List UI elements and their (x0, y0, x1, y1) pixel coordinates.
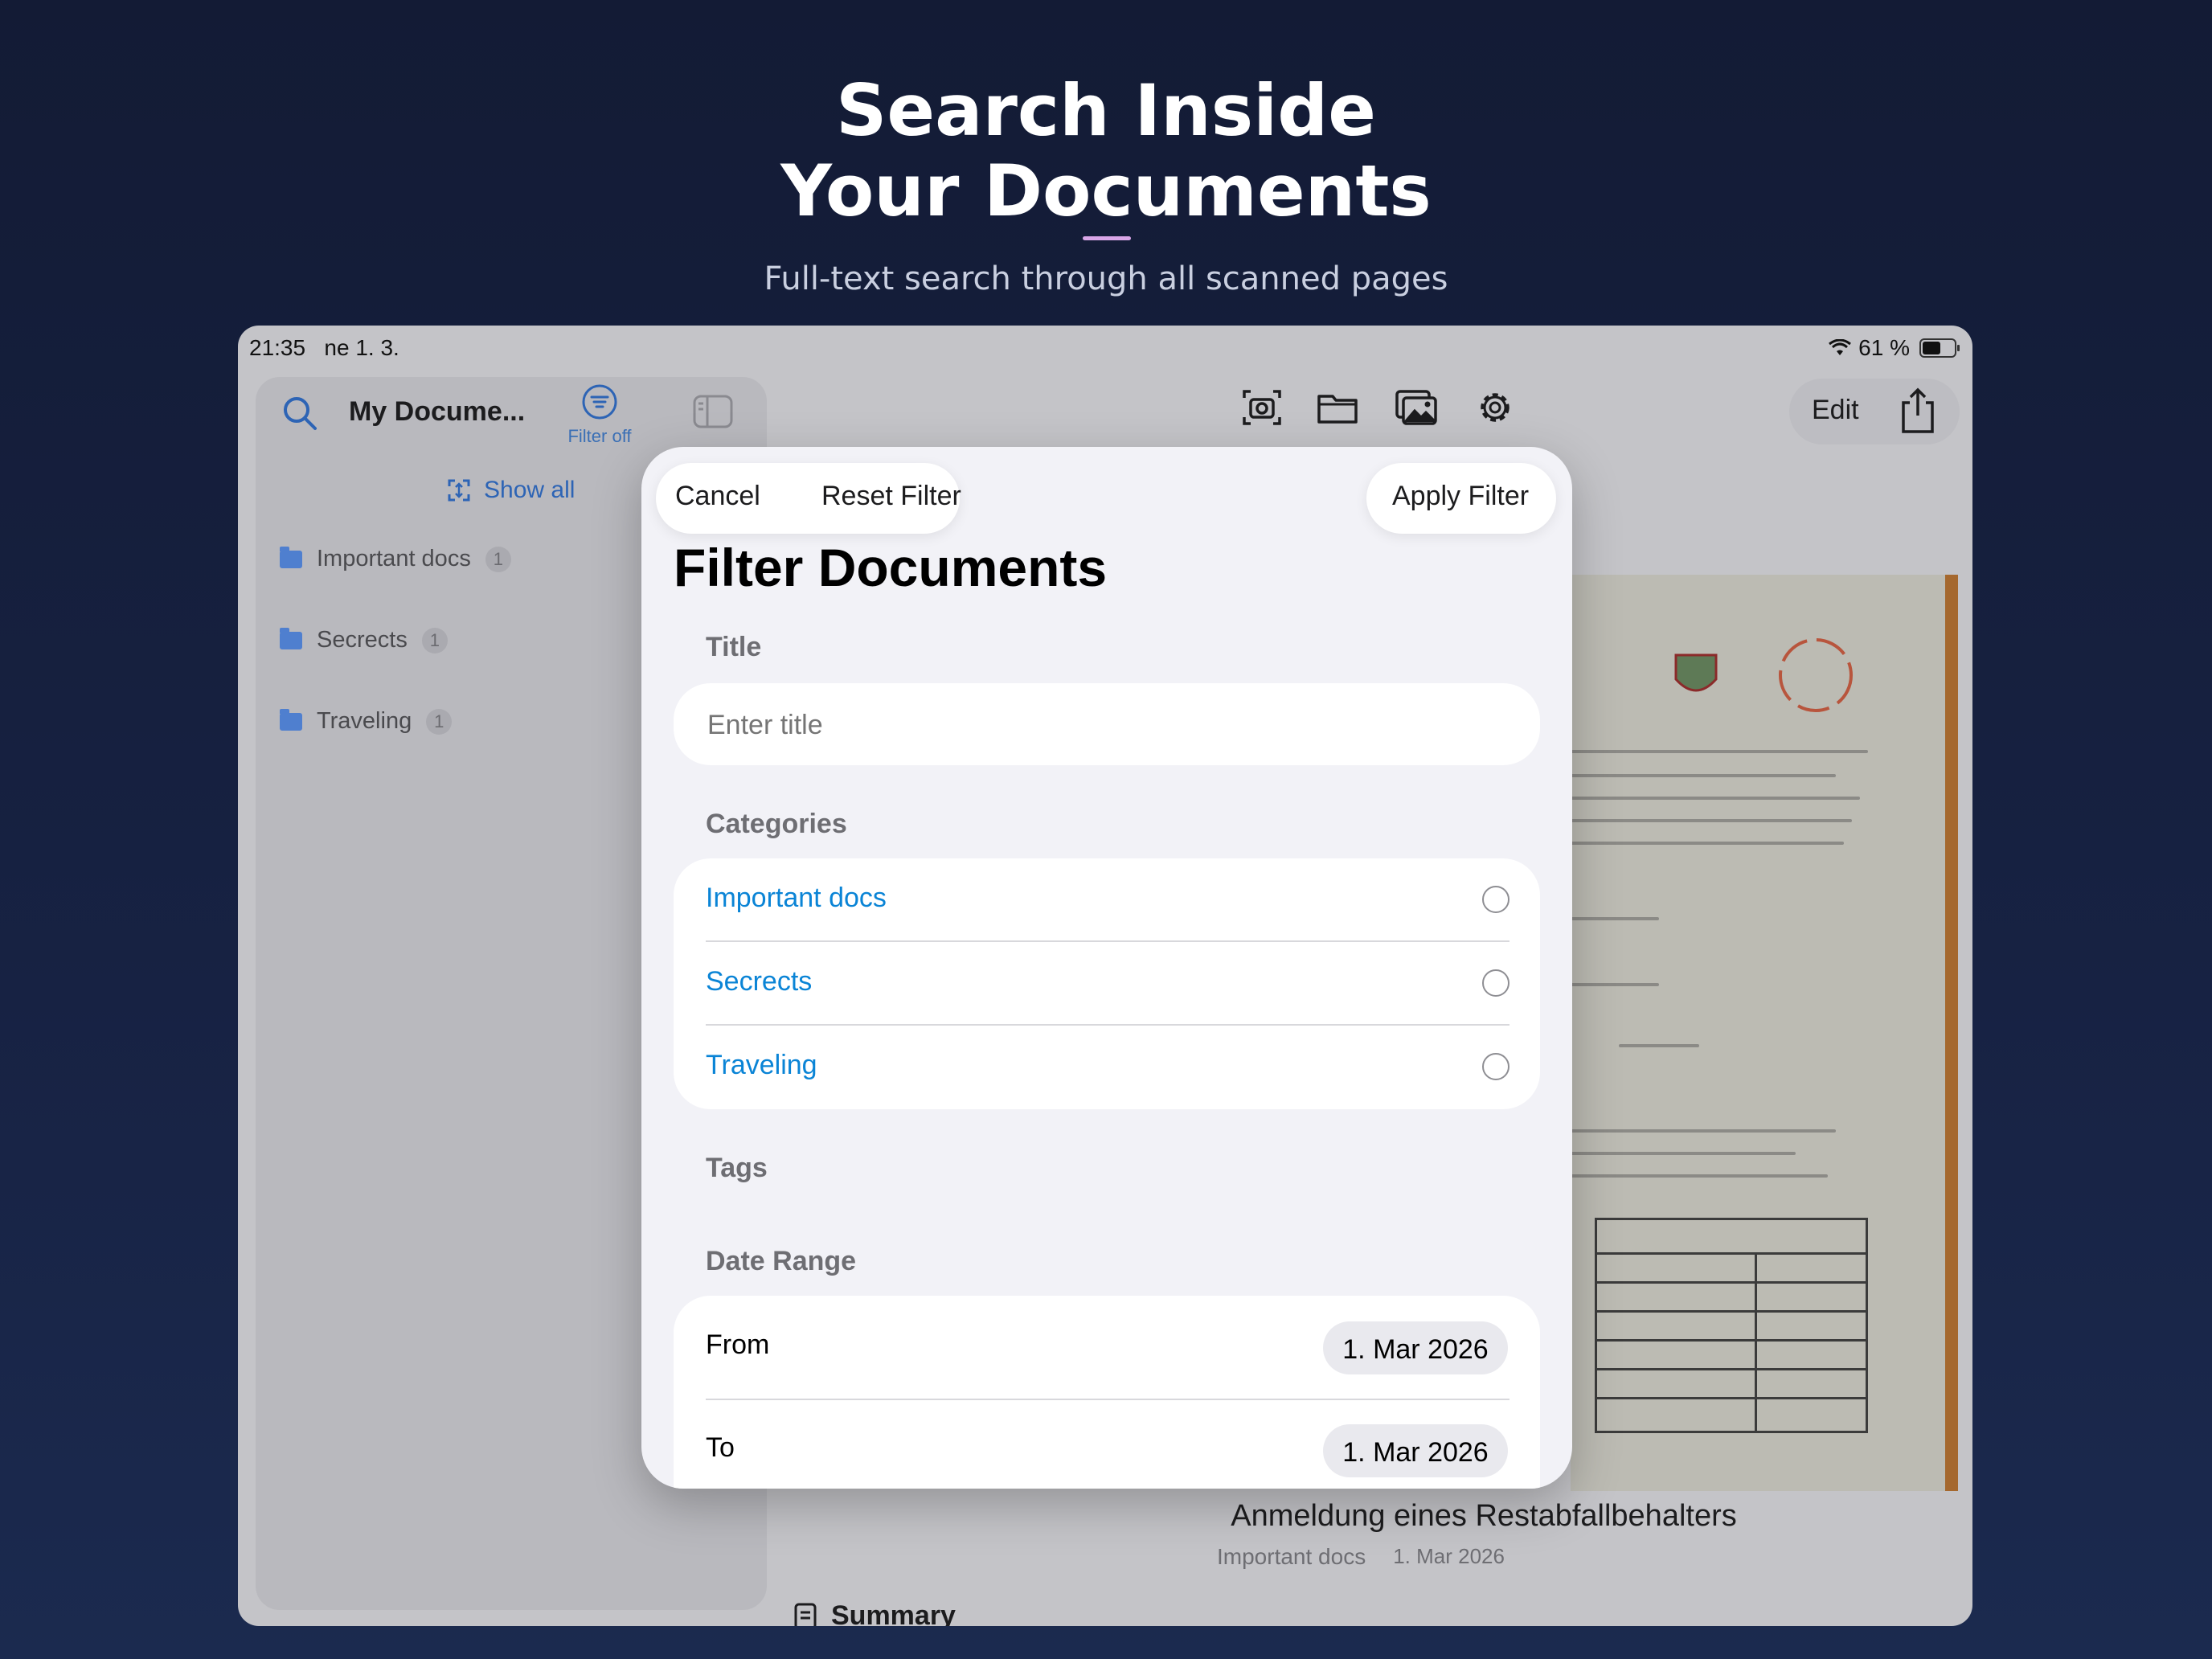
hero-title-line1: Search Inside (836, 69, 1376, 152)
to-date-value: 1. Mar 2026 (1342, 1437, 1489, 1468)
fee-table (1595, 1218, 1868, 1433)
hero-accent-bar (1083, 236, 1131, 240)
document-date: 1. Mar 2026 (1393, 1544, 1505, 1568)
status-indicators: 61 % (1828, 335, 1960, 361)
apply-filter-button[interactable]: Apply Filter (1366, 463, 1556, 534)
share-icon[interactable] (1897, 387, 1939, 435)
sidebar-toggle-icon[interactable] (693, 395, 733, 428)
from-date-picker[interactable]: 1. Mar 2026 (1323, 1321, 1508, 1374)
filter-documents-sheet: Cancel Reset Filter Apply Filter Filter … (641, 447, 1572, 1489)
title-input-card (674, 683, 1540, 767)
to-date-picker[interactable]: 1. Mar 2026 (1323, 1424, 1508, 1477)
sidebar-item-secrects[interactable]: Secrects 1 (280, 627, 448, 653)
category-row-important-docs[interactable]: Important docs (706, 858, 1509, 942)
radio-icon[interactable] (1482, 886, 1509, 913)
folder-label: Traveling (317, 708, 412, 734)
edit-button[interactable]: Edit (1812, 395, 1859, 426)
category-label: Important docs (706, 883, 887, 913)
camera-scan-icon[interactable] (1239, 385, 1284, 430)
search-icon[interactable] (280, 393, 320, 433)
document-text-icon (794, 1603, 817, 1626)
sidebar-item-important-docs[interactable]: Important docs 1 (280, 546, 511, 572)
sidebar-item-traveling[interactable]: Traveling 1 (280, 708, 453, 735)
folder-icon (280, 546, 302, 568)
filter-icon (582, 384, 617, 420)
from-label: From (706, 1329, 770, 1360)
folder-icon (280, 708, 302, 731)
date-range-card: From 1. Mar 2026 To 1. Mar 2026 (674, 1296, 1540, 1489)
folder-label: Important docs (317, 546, 471, 571)
expand-icon (448, 479, 470, 502)
categories-card: Important docs Secrects Traveling (674, 858, 1540, 1109)
folder-count-badge: 1 (421, 627, 448, 653)
show-all-button[interactable]: Show all (445, 477, 575, 504)
from-date-value: 1. Mar 2026 (1342, 1334, 1489, 1365)
tags-section-label: Tags (706, 1153, 768, 1183)
category-row-secrects[interactable]: Secrects (706, 942, 1509, 1026)
show-all-label: Show all (484, 477, 576, 503)
category-label: Secrects (706, 966, 813, 997)
sidebar-title: My Docume... (349, 396, 526, 427)
document-category: Important docs (1217, 1544, 1366, 1569)
edit-share-group: Edit (1789, 379, 1960, 444)
folder-icon[interactable] (1315, 385, 1360, 430)
folder-count-badge: 1 (485, 546, 511, 572)
filter-status-label: Filter off (567, 426, 632, 446)
divider (706, 1399, 1509, 1400)
hero-subtitle: Full-text search through all scanned pag… (764, 260, 1448, 297)
battery-icon (1919, 338, 1960, 358)
categories-section-label: Categories (706, 809, 847, 839)
photo-library-icon[interactable] (1394, 385, 1439, 430)
city-logo-icon (1779, 638, 1853, 712)
date-range-section-label: Date Range (706, 1246, 857, 1276)
status-date: ne 1. 3. (324, 335, 399, 360)
document-title: Anmeldung eines Restabfallbehalters (1231, 1499, 1737, 1533)
category-row-traveling[interactable]: Traveling (706, 1026, 1509, 1109)
status-time: 21:35 ne 1. 3. (249, 335, 399, 361)
gear-icon[interactable] (1473, 385, 1518, 430)
title-section-label: Title (706, 632, 762, 662)
category-label: Traveling (706, 1050, 817, 1080)
title-input[interactable] (706, 683, 1505, 767)
document-preview[interactable] (1571, 575, 1958, 1491)
cancel-reset-group: Cancel Reset Filter (656, 463, 961, 534)
status-clock: 21:35 (249, 335, 306, 360)
hero-title: Search Inside Your Documents (0, 71, 2212, 231)
wifi-icon (1829, 339, 1852, 355)
to-label: To (706, 1432, 735, 1463)
radio-icon[interactable] (1482, 969, 1509, 997)
filter-toggle-button[interactable]: Filter off (561, 383, 638, 447)
sheet-title: Filter Documents (674, 538, 1108, 597)
hero-title-line2: Your Documents (780, 150, 1432, 232)
reset-filter-button[interactable]: Reset Filter (821, 481, 961, 512)
battery-percent: 61 % (1858, 335, 1910, 360)
folder-icon (280, 627, 302, 649)
cancel-button[interactable]: Cancel (675, 481, 760, 512)
folder-label: Secrects (317, 627, 408, 653)
municipal-logo-icon (1674, 653, 1718, 692)
document-meta: Important docs 1. Mar 2026 (1217, 1544, 1505, 1570)
apply-filter-label: Apply Filter (1392, 481, 1530, 511)
summary-label: Summary (831, 1600, 956, 1626)
folder-count-badge: 1 (426, 708, 453, 735)
summary-header[interactable]: Summary (794, 1600, 956, 1626)
radio-icon[interactable] (1482, 1053, 1509, 1080)
